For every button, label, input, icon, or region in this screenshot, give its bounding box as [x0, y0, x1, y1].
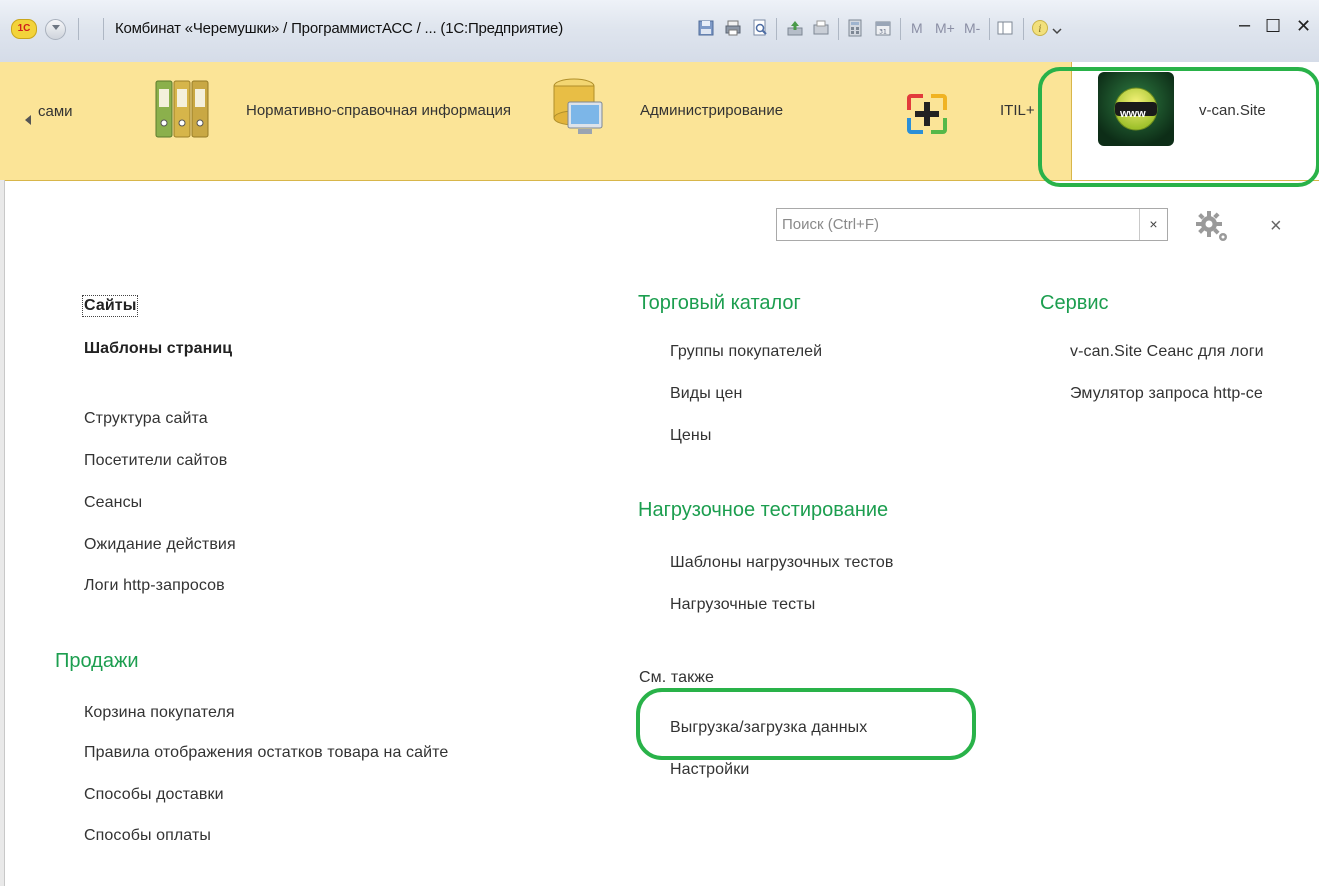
link-page-templates[interactable]: Шаблоны страниц — [84, 340, 232, 358]
divider — [103, 18, 104, 40]
link-http-logs[interactable]: Логи http-запросов — [84, 577, 225, 595]
gear-icon[interactable] — [1195, 209, 1231, 245]
link-site-structure[interactable]: Структура сайта — [84, 410, 208, 428]
link-waiting-action[interactable]: Ожидание действия — [84, 536, 236, 554]
memory-add-button[interactable]: M+ — [935, 20, 955, 36]
divider — [989, 18, 990, 40]
section-item-administration[interactable]: Администрирование — [640, 101, 783, 121]
window-edge — [0, 180, 5, 886]
link-sessions[interactable]: Сеансы — [84, 494, 142, 512]
upload-icon[interactable] — [786, 19, 804, 37]
group-title-see-also: См. также — [639, 669, 714, 686]
main-menu-button[interactable] — [45, 19, 66, 40]
minimize-button[interactable]: – — [1239, 14, 1250, 37]
search-clear-button[interactable]: × — [1139, 209, 1167, 240]
window-title: Комбинат «Черемушки» / ПрограммистАСС / … — [115, 20, 563, 37]
link-price-types[interactable]: Виды цен — [670, 385, 742, 403]
link-prices[interactable]: Цены — [670, 427, 711, 445]
link-vcan-session[interactable]: v-can.Site Сеанс для логи — [1070, 343, 1264, 361]
search-box[interactable]: × — [776, 208, 1168, 241]
divider — [1023, 18, 1024, 40]
memory-subtract-button[interactable]: M- — [964, 20, 980, 36]
highlight-frame — [1038, 67, 1319, 187]
chevron-down-icon[interactable] — [1051, 19, 1063, 37]
service-links: v-can.Site Сеанс для логи Эмулятор запро… — [1070, 340, 1319, 410]
link-customer-cart[interactable]: Корзина покупателя — [84, 704, 235, 722]
link-customer-groups[interactable]: Группы покупателей — [670, 343, 822, 361]
info-icon[interactable]: i — [1031, 19, 1049, 37]
group-title-catalog: Торговый каталог — [638, 292, 801, 314]
panels-icon[interactable] — [996, 19, 1014, 37]
plus-icon[interactable] — [905, 92, 949, 136]
svg-text:31: 31 — [879, 29, 887, 36]
link-sites[interactable]: Сайты — [81, 295, 139, 317]
printer-icon[interactable] — [812, 19, 830, 37]
close-window-button[interactable]: ✕ — [1296, 16, 1311, 37]
print-icon[interactable] — [724, 19, 742, 37]
group-title-service: Сервис — [1040, 292, 1109, 314]
section-item-reference-info[interactable]: Нормативно-справочная информация — [246, 101, 526, 121]
memory-button[interactable]: M — [911, 20, 923, 36]
link-payment-methods[interactable]: Способы оплаты — [84, 827, 211, 845]
divider — [838, 18, 839, 40]
group-title-load-testing: Нагрузочное тестирование — [638, 499, 889, 521]
divider — [776, 18, 777, 40]
section-item-prev[interactable]: сами — [38, 102, 73, 122]
svg-text:i: i — [1038, 24, 1041, 35]
scroll-left-icon[interactable] — [25, 115, 31, 125]
binders-icon[interactable] — [152, 77, 214, 141]
link-load-test-templates[interactable]: Шаблоны нагрузочных тестов — [670, 554, 894, 572]
calendar-icon[interactable]: 31 — [874, 19, 892, 37]
save-icon[interactable] — [697, 19, 715, 37]
print-preview-icon[interactable] — [751, 19, 769, 37]
maximize-button[interactable]: ☐ — [1265, 16, 1281, 37]
link-http-request-emulator[interactable]: Эмулятор запроса http-се — [1070, 385, 1263, 403]
close-panel-button[interactable]: × — [1270, 215, 1282, 238]
highlight-frame — [636, 688, 976, 760]
section-item-itil[interactable]: ITIL+ — [1000, 101, 1035, 121]
link-site-visitors[interactable]: Посетители сайтов — [84, 452, 227, 470]
database-computer-icon[interactable] — [548, 76, 608, 140]
link-load-tests[interactable]: Нагрузочные тесты — [670, 596, 815, 614]
link-stock-display-rules[interactable]: Правила отображения остатков товара на с… — [84, 744, 448, 762]
group-title-sales: Продажи — [55, 650, 139, 672]
calculator-icon[interactable] — [846, 19, 864, 37]
divider — [78, 18, 79, 40]
link-delivery-methods[interactable]: Способы доставки — [84, 786, 224, 804]
divider — [900, 18, 901, 40]
link-settings[interactable]: Настройки — [670, 761, 749, 779]
title-bar: 1С Комбинат «Черемушки» / ПрограммистАСС… — [0, 0, 1319, 63]
app-logo-icon: 1С — [11, 19, 37, 39]
search-input[interactable] — [777, 209, 1144, 240]
